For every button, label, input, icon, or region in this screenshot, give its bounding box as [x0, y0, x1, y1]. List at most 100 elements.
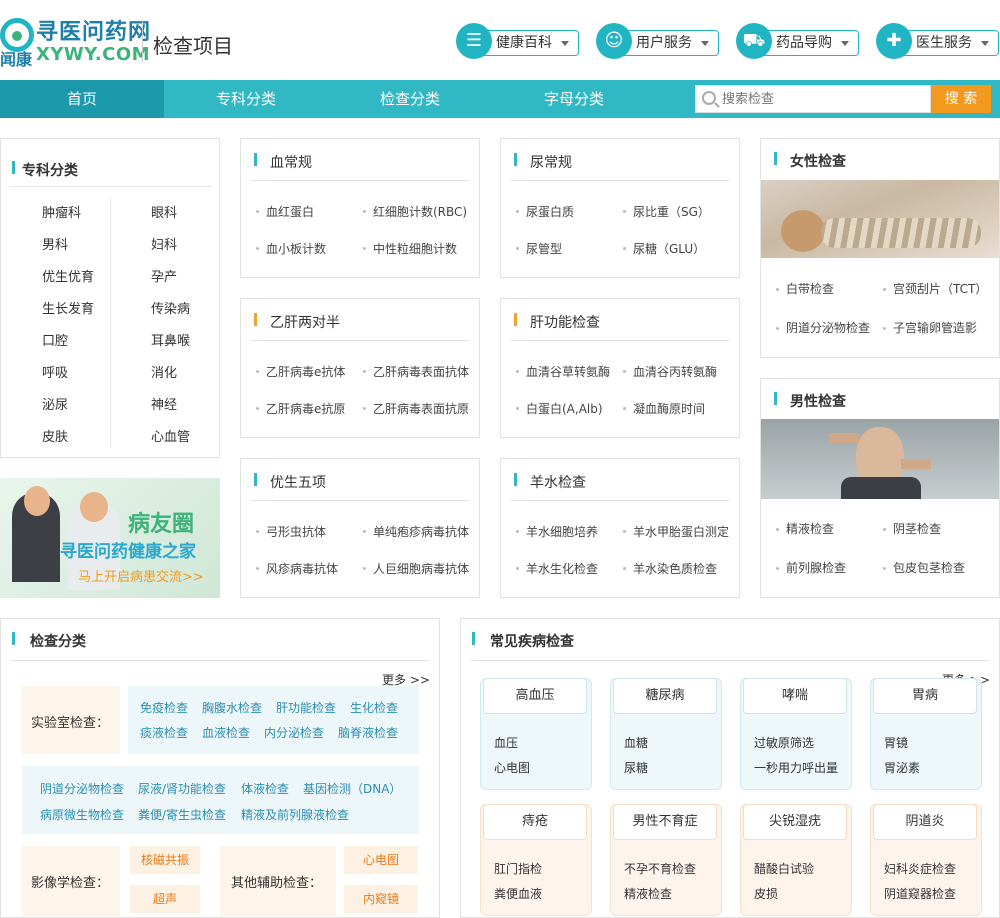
test-item[interactable]: 血红蛋白: [266, 203, 314, 220]
exam-link[interactable]: 体液检查: [241, 780, 289, 797]
exam-link[interactable]: 血液检查: [202, 724, 250, 741]
test-box-title[interactable]: 乙肝两对半: [270, 312, 340, 332]
exam-link[interactable]: 脑脊液检查: [338, 724, 398, 741]
test-item[interactable]: 血小板计数: [266, 240, 326, 257]
nav-home[interactable]: 首页: [0, 80, 164, 118]
exam-link[interactable]: 尿液/肾功能检查: [138, 780, 226, 797]
male-exam-item[interactable]: 阴茎检查: [893, 520, 941, 537]
test-box-title[interactable]: 血常规: [270, 152, 312, 172]
exam-link[interactable]: 阴道分泌物检查: [40, 780, 124, 797]
specialty-item[interactable]: 心血管: [151, 426, 190, 445]
specialty-item[interactable]: 妇科: [151, 234, 177, 253]
female-exam-title[interactable]: 女性检查: [790, 151, 846, 171]
male-exam-item[interactable]: 包皮包茎检查: [893, 559, 965, 576]
disease-exam-item[interactable]: 不孕不育检查: [624, 860, 696, 877]
disease-exam-item[interactable]: 肛门指检: [494, 860, 542, 877]
test-item[interactable]: 血清谷丙转氨酶: [633, 363, 717, 380]
logo-name[interactable]: 寻医问药网: [36, 14, 151, 46]
test-item[interactable]: 尿蛋白质: [526, 203, 574, 220]
exam-link[interactable]: 基因检测（DNA）: [303, 780, 401, 797]
disease-name[interactable]: 糖尿病: [613, 678, 717, 714]
disease-exam-item[interactable]: 尿糖: [624, 759, 648, 776]
test-item[interactable]: 羊水生化检查: [526, 560, 598, 577]
imaging-link[interactable]: 核磁共振: [130, 846, 200, 874]
test-box-title[interactable]: 羊水检查: [530, 472, 586, 492]
exam-link[interactable]: 内分泌检查: [264, 724, 324, 741]
specialty-item[interactable]: 眼科: [151, 202, 177, 221]
search-input[interactable]: [722, 86, 928, 112]
nav-exam-category[interactable]: 检查分类: [328, 80, 492, 118]
specialty-item[interactable]: 耳鼻喉: [151, 330, 190, 349]
disease-exam-item[interactable]: 皮损: [754, 885, 778, 902]
test-item[interactable]: 尿糖（GLU）: [633, 240, 705, 257]
female-exam-item[interactable]: 宫颈刮片（TCT）: [893, 280, 987, 297]
specialty-item[interactable]: 肿瘤科: [42, 202, 81, 221]
test-item[interactable]: 血清谷草转氨酶: [526, 363, 610, 380]
disease-exam-item[interactable]: 胃镜: [884, 734, 908, 751]
disease-exam-item[interactable]: 心电图: [494, 759, 530, 776]
specialty-item[interactable]: 皮肤: [42, 426, 68, 445]
female-exam-item[interactable]: 阴道分泌物检查: [786, 319, 870, 336]
male-exam-item[interactable]: 精液检查: [786, 520, 834, 537]
test-item[interactable]: 风疹病毒抗体: [266, 560, 338, 577]
disease-exam-item[interactable]: 粪便血液: [494, 885, 542, 902]
disease-exam-item[interactable]: 过敏原筛选: [754, 734, 814, 751]
disease-exam-item[interactable]: 醋酸白试验: [754, 860, 814, 877]
specialty-item[interactable]: 孕产: [151, 266, 177, 285]
disease-name[interactable]: 男性不育症: [613, 804, 717, 840]
test-item[interactable]: 乙肝病毒e抗体: [266, 363, 345, 380]
exam-link[interactable]: 胸腹水检查: [202, 699, 262, 716]
test-item[interactable]: 乙肝病毒表面抗体: [373, 363, 469, 380]
male-exam-title[interactable]: 男性检查: [790, 391, 846, 411]
disease-name[interactable]: 痔疮: [483, 804, 587, 840]
disease-name[interactable]: 阴道炎: [873, 804, 977, 840]
disease-name[interactable]: 高血压: [483, 678, 587, 714]
test-item[interactable]: 羊水细胞培养: [526, 523, 598, 540]
exam-link[interactable]: 精液及前列腺液检查: [241, 806, 349, 823]
search-button[interactable]: 搜 索: [931, 85, 991, 113]
test-item[interactable]: 单纯疱疹病毒抗体: [373, 523, 469, 540]
specialty-item[interactable]: 神经: [151, 394, 177, 413]
test-item[interactable]: 弓形虫抗体: [266, 523, 326, 540]
specialty-item[interactable]: 传染病: [151, 298, 190, 317]
disease-exam-item[interactable]: 一秒用力呼出量: [754, 759, 838, 776]
disease-name[interactable]: 尖锐湿疣: [743, 804, 847, 840]
specialty-item[interactable]: 泌尿: [42, 394, 68, 413]
specialty-item[interactable]: 优生优育: [42, 266, 94, 285]
test-item[interactable]: 尿比重（SG）: [633, 203, 710, 220]
disease-name[interactable]: 哮喘: [743, 678, 847, 714]
test-item[interactable]: 白蛋白(A,Alb): [526, 400, 603, 417]
specialty-item[interactable]: 生长发育: [42, 298, 94, 317]
disease-exam-item[interactable]: 胃泌素: [884, 759, 920, 776]
exam-link[interactable]: 免疫检查: [140, 699, 188, 716]
disease-name[interactable]: 胃病: [873, 678, 977, 714]
test-item[interactable]: 中性粒细胞计数: [373, 240, 457, 257]
test-item[interactable]: 羊水染色质检查: [633, 560, 717, 577]
specialty-item[interactable]: 呼吸: [42, 362, 68, 381]
test-item[interactable]: 尿管型: [526, 240, 562, 257]
disease-exam-item[interactable]: 阴道窥器检查: [884, 885, 956, 902]
test-box-title[interactable]: 尿常规: [530, 152, 572, 172]
ad-cta[interactable]: 马上开启病患交流>>: [78, 566, 204, 585]
test-item[interactable]: 凝血酶原时间: [633, 400, 705, 417]
test-item[interactable]: 乙肝病毒e抗原: [266, 400, 345, 417]
specialty-item[interactable]: 男科: [42, 234, 68, 253]
test-item[interactable]: 红细胞计数(RBC): [373, 203, 467, 220]
exam-link[interactable]: 肝功能检查: [276, 699, 336, 716]
test-item[interactable]: 羊水甲胎蛋白测定: [633, 523, 729, 540]
male-exam-photo[interactable]: [761, 419, 999, 499]
specialty-item[interactable]: 口腔: [42, 330, 68, 349]
disease-exam-item[interactable]: 精液检查: [624, 885, 672, 902]
disease-exam-item[interactable]: 血压: [494, 734, 518, 751]
test-box-title[interactable]: 肝功能检查: [530, 312, 600, 332]
exam-link[interactable]: 痰液检查: [140, 724, 188, 741]
male-exam-item[interactable]: 前列腺检查: [786, 559, 846, 576]
exam-link[interactable]: 病原微生物检查: [40, 806, 124, 823]
disease-exam-item[interactable]: 妇科炎症检查: [884, 860, 956, 877]
exam-link[interactable]: 生化检查: [350, 699, 398, 716]
female-exam-item[interactable]: 白带检查: [786, 280, 834, 297]
female-exam-item[interactable]: 子宫输卵管造影: [893, 319, 977, 336]
test-item[interactable]: 人巨细胞病毒抗体: [373, 560, 469, 577]
female-exam-photo[interactable]: [761, 180, 999, 258]
nav-specialty[interactable]: 专科分类: [164, 80, 328, 118]
